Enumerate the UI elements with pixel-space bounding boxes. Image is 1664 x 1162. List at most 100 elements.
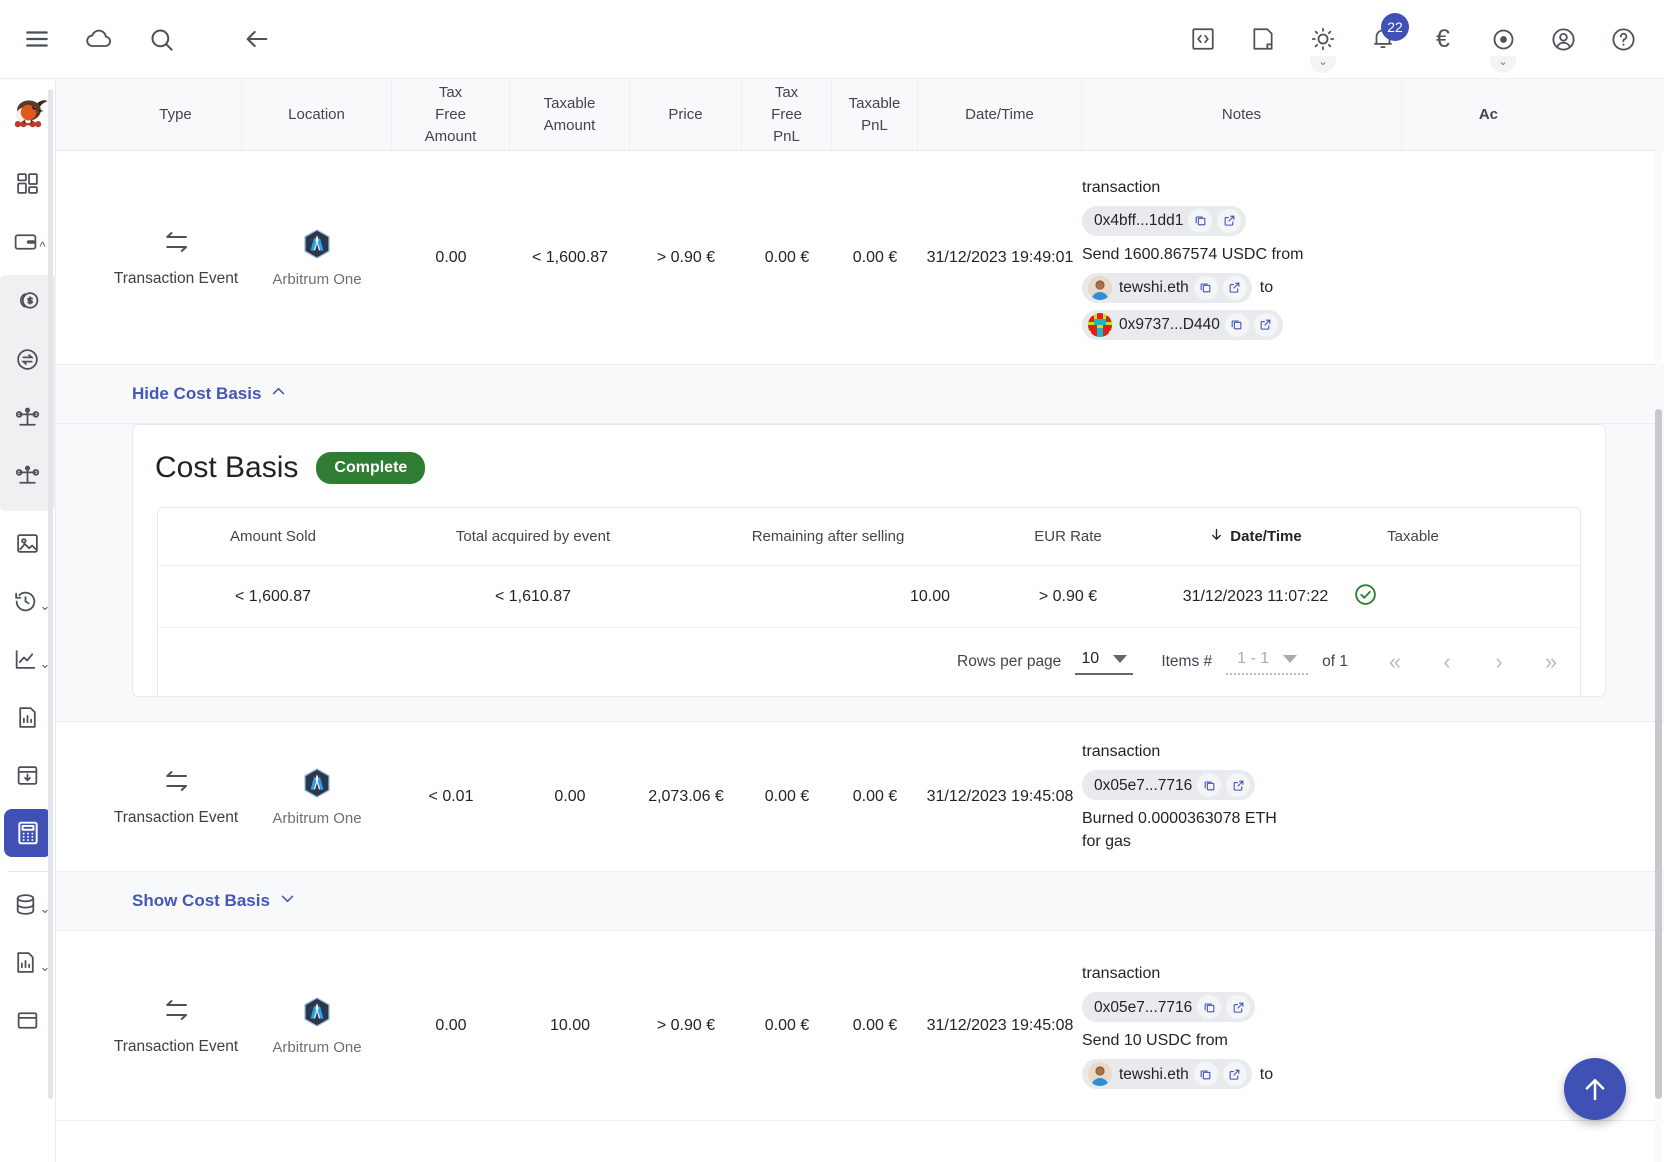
transaction-hash-chip[interactable]: 0x05e7...7716 [1082,992,1256,1022]
exchange-icon[interactable] [4,335,52,383]
copy-icon[interactable] [1188,208,1213,233]
theme-sun-icon[interactable]: ⌄ [1306,22,1340,73]
note-icon[interactable] [1246,22,1280,56]
external-link-icon[interactable] [1253,312,1278,337]
balances-coins-icon[interactable] [4,277,52,325]
column-header-price[interactable]: Price [630,79,742,150]
privacy-eye-icon[interactable]: ⌄ [1486,22,1520,73]
cb-column-total-acquired[interactable]: Total acquired by event [388,528,678,545]
previous-page-button[interactable]: ‹ [1426,641,1468,683]
from-address-chip[interactable]: tewshi.eth [1082,1059,1252,1089]
privacy-chevron-down-icon[interactable]: ⌄ [1490,56,1516,73]
arbitrum-one-logo [301,767,333,804]
menu-icon[interactable] [20,22,54,56]
note-kind-label: transaction [1082,178,1161,196]
cell-taxable-amount: 10.00 [549,1016,591,1034]
external-link-icon[interactable] [1226,773,1251,797]
cost-basis-table: Amount Sold Total acquired by event Rema… [157,507,1581,696]
cell-notes: transaction 0x05e7...7716 Send 10 USDC f… [1082,944,1402,1107]
help-icon[interactable] [1606,22,1640,56]
to-address-chip[interactable]: 0x9737...D440 [1082,309,1283,340]
column-header-notes[interactable]: Notes [1082,79,1402,150]
nft-image-icon[interactable] [4,519,52,567]
cell-price: > 0.90 € [656,248,716,266]
cb-cell-taxable [1353,582,1473,612]
cb-column-datetime[interactable]: Date/Time [1158,527,1353,546]
hide-cost-basis-toggle[interactable]: Hide Cost Basis [132,383,287,405]
sidebar-scrollbar[interactable] [48,89,53,1099]
cell-notes: transaction 0x05e7...7716 Burned 0.00003… [1082,722,1402,871]
balance-scale-icon[interactable] [4,393,52,441]
external-link-icon[interactable] [1226,995,1251,1019]
cb-column-taxable[interactable]: Taxable [1353,528,1473,545]
analytics-report-icon[interactable] [2,938,50,986]
column-header-actions[interactable]: Ac [1402,79,1498,150]
cb-column-remaining[interactable]: Remaining after selling [678,528,978,545]
scroll-to-top-button[interactable] [1564,1058,1626,1120]
first-page-button[interactable]: « [1374,641,1416,683]
note-connector: to [1259,1065,1274,1083]
import-box-icon[interactable] [4,751,52,799]
external-link-icon[interactable] [1222,275,1247,300]
currency-euro-icon[interactable]: € [1426,22,1460,56]
rows-per-page-label: Rows per page [957,653,1062,670]
tax-calculator-icon[interactable] [3,809,52,857]
items-range-select[interactable]: 1 - 1 [1226,650,1309,675]
copy-icon[interactable] [1197,995,1222,1019]
last-page-button[interactable]: » [1530,641,1572,683]
copy-icon[interactable] [1224,312,1249,337]
reports-document-icon[interactable] [4,693,52,741]
cell-taxable-amount: < 1,600.87 [531,248,609,266]
show-cost-basis-toggle[interactable]: Show Cost Basis [132,890,296,912]
database-icon[interactable] [2,880,50,928]
theme-chevron-down-icon[interactable]: ⌄ [1310,56,1336,73]
wallet-icon[interactable] [2,217,50,265]
table-row[interactable]: Transaction Event Arbitrum One 0.00 10.0… [56,931,1664,1121]
dashboard-icon[interactable] [4,159,52,207]
table-row[interactable]: Transaction Event Arbitrum One < 0.01 0.… [56,722,1664,872]
main-scrollbar-thumb[interactable] [1655,409,1662,1099]
copy-icon[interactable] [1193,275,1218,300]
panel-icon[interactable] [4,996,52,1044]
transaction-hash-chip[interactable]: 0x05e7...7716 [1082,770,1256,800]
column-header-taxable-amount[interactable]: Taxable Amount [510,79,630,150]
column-header-tax-free-pnl[interactable]: Tax Free PnL [742,79,832,150]
cell-price: 2,073.06 € [648,787,724,805]
column-header-taxable-pnl[interactable]: Taxable PnL [832,79,918,150]
statistics-line-icon[interactable] [2,635,50,683]
copy-icon[interactable] [1197,773,1222,797]
rotki-robin-logo[interactable] [6,93,50,137]
external-link-icon[interactable] [1217,208,1242,233]
liabilities-scale-icon[interactable] [4,451,52,499]
from-address-chip[interactable]: tewshi.eth [1082,272,1252,303]
arbitrum-one-logo [301,228,333,265]
cell-tax-free-amount: < 0.01 [428,787,474,805]
search-icon[interactable] [144,22,178,56]
cloud-icon[interactable] [82,22,116,56]
transfer-arrows-icon [161,995,191,1030]
notifications-bell-icon[interactable]: 22 [1366,13,1409,56]
sidebar-divider [7,871,48,872]
next-page-button[interactable]: › [1478,641,1520,683]
transaction-hash-chip[interactable]: 0x4bff...1dd1 [1082,205,1247,236]
external-link-icon[interactable] [1222,1062,1247,1086]
note-kind-label: transaction [1082,743,1161,760]
cb-cell-total-acquired: < 1,610.87 [494,587,572,605]
cb-cell-eur-rate: > 0.90 € [1038,587,1098,605]
note-kind-label: transaction [1082,965,1161,982]
account-icon[interactable] [1546,22,1580,56]
table-row[interactable]: Transaction Event Arbitrum One 0.00 < 1,… [56,151,1664,365]
cb-column-amount-sold[interactable]: Amount Sold [158,528,388,545]
cost-basis-toggle-bar: Show Cost Basis [56,872,1664,931]
code-icon[interactable] [1186,22,1220,56]
copy-icon[interactable] [1193,1062,1218,1086]
column-header-datetime[interactable]: Date/Time [918,79,1082,150]
rows-per-page-select[interactable]: 10 [1075,650,1134,675]
back-arrow-icon[interactable] [240,22,274,56]
column-header-type[interactable]: Type [110,79,242,150]
history-clock-icon[interactable] [2,577,50,625]
column-header-location[interactable]: Location [242,79,392,150]
cell-tax-free-pnl: 0.00 € [764,787,810,805]
cb-column-eur-rate[interactable]: EUR Rate [978,528,1158,545]
column-header-tax-free-amount[interactable]: Tax Free Amount [392,79,510,150]
